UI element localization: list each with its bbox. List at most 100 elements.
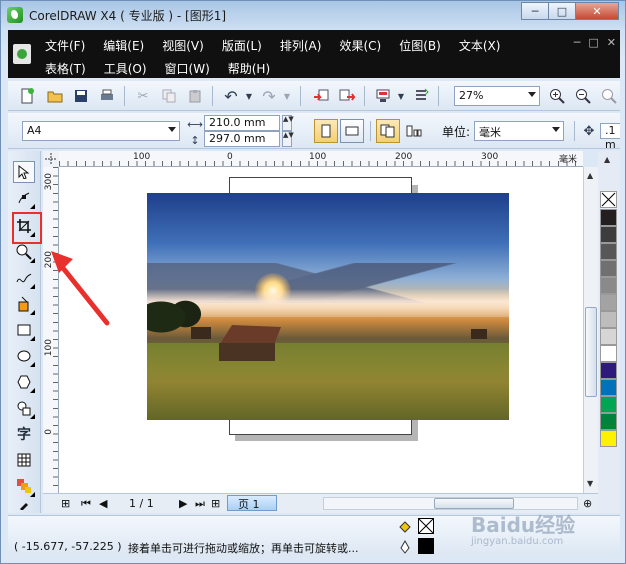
redo-dropdown-icon[interactable]: ▼ [278,87,296,105]
color-swatch[interactable] [600,209,617,226]
shape-tool[interactable] [13,187,35,209]
menu-text[interactable]: 文本(X) [459,37,501,54]
zoom-out-icon[interactable] [574,87,592,105]
zoom-in-icon[interactable] [548,87,566,105]
next-page-icon[interactable]: ▶ [179,497,187,510]
print-icon[interactable] [98,87,116,105]
fill-color-indicator[interactable] [418,518,434,534]
pick-tool[interactable] [13,161,35,183]
eyedropper-tool[interactable] [13,499,35,511]
outline-color-indicator[interactable] [418,538,434,554]
nudge-field[interactable]: .1 m [600,123,620,151]
rectangle-tool[interactable] [13,319,35,341]
add-page-after-icon[interactable]: ⊞ [211,497,220,510]
undo-dropdown-icon[interactable]: ▼ [240,87,258,105]
redo-icon[interactable]: ↷ [260,87,278,106]
vertical-scrollbar[interactable]: ▲ ▼ [583,167,598,493]
basic-shapes-tool[interactable] [13,397,35,419]
import-icon[interactable] [312,87,330,105]
welcome-screen-icon[interactable] [412,87,430,105]
menu-arrange[interactable]: 排列(A) [280,37,322,54]
menu-layout[interactable]: 版面(L) [222,37,262,54]
zoom-to-page-icon[interactable] [600,87,618,105]
color-swatch[interactable] [600,362,617,379]
palette-scroll-up-icon[interactable]: ▲ [604,155,610,164]
new-document-icon[interactable] [18,87,36,105]
portrait-button[interactable] [314,119,338,143]
menu-table[interactable]: 表格(T) [45,60,86,77]
smart-fill-tool[interactable] [13,293,35,315]
ruler-origin[interactable] [43,151,59,167]
previous-page-icon[interactable]: ◀ [99,497,107,510]
landscape-photo[interactable] [147,193,509,420]
close-button[interactable]: ✕ [575,2,619,20]
vertical-ruler[interactable]: 300 200 100 0 [43,167,59,493]
horizontal-scroll-thumb[interactable] [434,498,514,509]
cut-icon[interactable]: ✂ [134,87,152,105]
copy-icon[interactable] [160,87,178,105]
table-tool[interactable] [13,449,35,471]
menu-file[interactable]: 文件(F) [45,37,85,54]
menu-bitmaps[interactable]: 位图(B) [399,37,441,54]
menu-tools[interactable]: 工具(O) [104,60,147,77]
paste-icon[interactable] [186,87,204,105]
height-spin-button[interactable]: ▲▼ [282,131,294,147]
export-icon[interactable] [338,87,356,105]
landscape-button[interactable] [340,119,364,143]
menu-row-2: 表格(T) 工具(O) 窗口(W) 帮助(H) [45,60,288,77]
current-page-button[interactable] [402,119,426,143]
minimize-button[interactable]: ─ [521,2,549,20]
color-swatch[interactable] [600,396,617,413]
vertical-scroll-thumb[interactable] [585,307,597,397]
color-swatch[interactable] [600,328,617,345]
no-color-swatch[interactable] [600,191,617,208]
color-swatch[interactable] [600,379,617,396]
save-icon[interactable] [72,87,90,105]
scroll-up-icon[interactable]: ▲ [587,171,593,180]
paper-height-field[interactable]: 297.0 mm [204,131,280,147]
doc-minimize-button[interactable]: ─ [574,36,581,49]
add-page-before-icon[interactable]: ⊞ [61,497,70,510]
paper-width-field[interactable]: 210.0 mm [204,115,280,131]
ellipse-tool[interactable] [13,345,35,367]
color-swatch[interactable] [600,226,617,243]
zoom-level-combo[interactable]: 27% [454,86,540,106]
open-folder-icon[interactable] [46,87,64,105]
document-icon[interactable] [13,44,31,64]
menu-edit[interactable]: 编辑(E) [103,37,144,54]
zoom-tool[interactable] [13,241,35,263]
doc-restore-button[interactable]: □ [588,36,598,49]
page-tab-1[interactable]: 页 1 [227,495,277,511]
doc-close-button[interactable]: ✕ [607,36,616,49]
menu-view[interactable]: 视图(V) [162,37,204,54]
color-swatch[interactable] [600,260,617,277]
first-page-icon[interactable]: ⏮ [81,497,91,511]
color-swatch[interactable] [600,430,617,447]
launcher-dropdown-icon[interactable]: ▼ [392,87,410,105]
polygon-tool[interactable] [13,371,35,393]
undo-icon[interactable]: ↶ [222,87,240,106]
last-page-icon[interactable]: ⏭ [195,497,205,511]
width-spin-button[interactable]: ▲▼ [282,115,294,131]
horizontal-ruler[interactable]: 100 0 100 200 300 毫米 [59,151,583,167]
all-pages-button[interactable] [376,119,400,143]
color-swatch[interactable] [600,413,617,430]
color-swatch[interactable] [600,294,617,311]
color-swatch[interactable] [600,277,617,294]
scroll-down-icon[interactable]: ▼ [587,479,593,488]
menu-help[interactable]: 帮助(H) [228,60,270,77]
text-tool[interactable]: 字 [13,423,35,445]
menu-effects[interactable]: 效果(C) [339,37,381,54]
units-combo[interactable]: 毫米 [474,121,564,141]
color-swatch[interactable] [600,311,617,328]
paper-size-combo[interactable]: A4 [22,121,180,141]
freehand-tool[interactable] [13,267,35,289]
crop-tool-highlight [12,212,42,244]
color-swatch[interactable] [600,243,617,260]
flyout-indicator-icon [30,414,35,419]
maximize-button[interactable]: □ [548,2,576,20]
color-swatch[interactable] [600,345,617,362]
application-launcher-icon[interactable] [374,87,392,105]
interactive-blend-tool[interactable] [13,475,35,497]
menu-window[interactable]: 窗口(W) [165,60,210,77]
